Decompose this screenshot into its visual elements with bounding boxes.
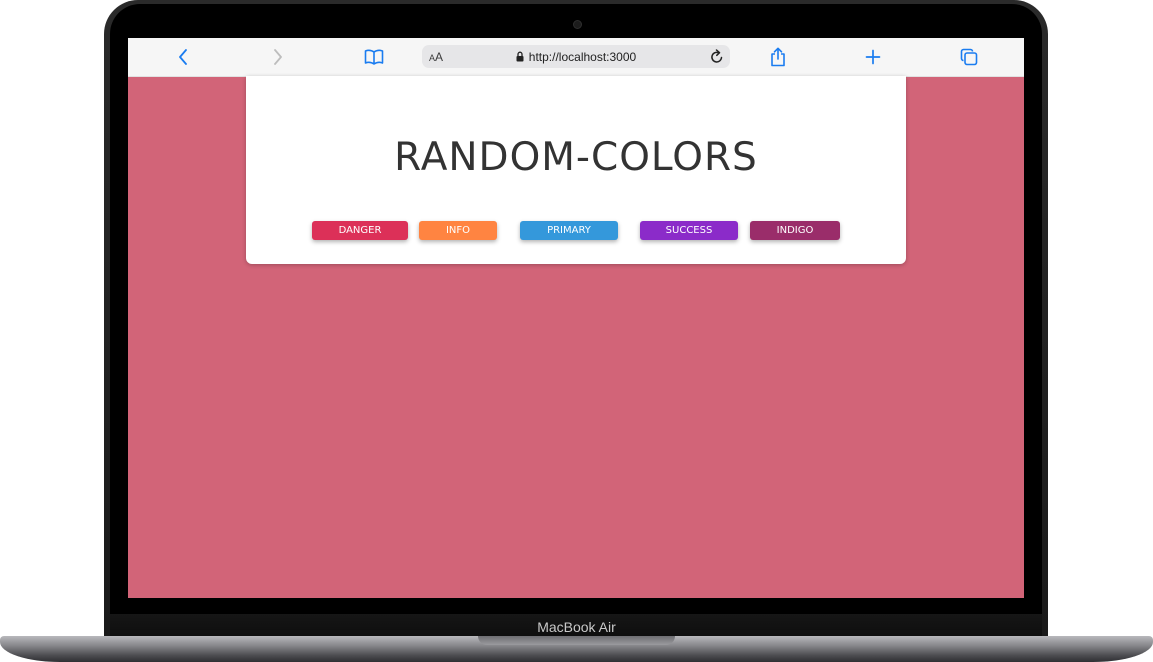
info-button[interactable]: INFO [419, 221, 497, 240]
forward-button[interactable] [267, 38, 289, 76]
danger-button[interactable]: DANGER [312, 221, 408, 240]
reload-button[interactable] [710, 49, 724, 68]
address-bar[interactable]: AA http://localhost:3000 [422, 45, 730, 68]
page-title: RANDOM-COLORS [394, 135, 758, 180]
camera-icon [573, 20, 582, 29]
screen: AA http://localhost:3000 RANDOM-COLORS D… [128, 38, 1024, 598]
app-card: RANDOM-COLORS DANGER INFO PRIMARY SUCCES… [246, 76, 906, 264]
tabs-icon [960, 48, 978, 66]
chevron-left-icon [179, 49, 187, 65]
reload-icon [711, 49, 723, 63]
url-display: http://localhost:3000 [422, 45, 730, 68]
share-icon [771, 47, 785, 67]
new-tab-button[interactable] [862, 38, 884, 76]
lock-icon [516, 51, 524, 62]
indigo-button[interactable]: INDIGO [750, 221, 840, 240]
success-button[interactable]: SUCCESS [640, 221, 738, 240]
browser-toolbar: AA http://localhost:3000 [128, 38, 1024, 77]
bookmarks-button[interactable] [362, 38, 386, 76]
laptop-base-notch [478, 636, 675, 645]
primary-button[interactable]: PRIMARY [520, 221, 618, 240]
share-button[interactable] [767, 38, 789, 76]
tabs-button[interactable] [958, 38, 980, 76]
book-icon [364, 49, 384, 65]
back-button[interactable] [172, 38, 194, 76]
plus-icon [865, 49, 881, 65]
url-text: http://localhost:3000 [528, 49, 637, 64]
chevron-right-icon [274, 49, 282, 65]
